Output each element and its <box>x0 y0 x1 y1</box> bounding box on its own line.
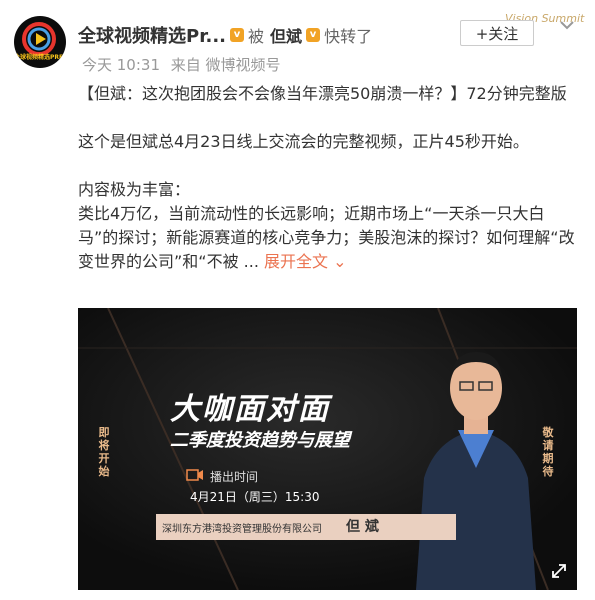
logo-icon <box>22 22 56 56</box>
post-header: 全球视频精选PREMIUM 全球视频精选Pr... v 被 但斌 v 快转了 今… <box>0 0 595 84</box>
original-author[interactable]: 但斌 <box>270 23 302 47</box>
vip-badge-icon: v <box>230 28 245 42</box>
avatar[interactable]: 全球视频精选PREMIUM <box>14 16 66 68</box>
post-content: 【但斌：这次抱团股会不会像当年漂亮50崩溃一样？】72分钟完整版 这个是但斌总4… <box>78 82 578 274</box>
video-player[interactable]: 即将开始 敬请期待 大咖面对面 二季度投资趋势与展望 播出时间 4月21日（周三… <box>78 308 577 590</box>
chevron-down-icon[interactable] <box>556 14 578 36</box>
content-paragraph-2: 类比4万亿，当前流动性的长远影响；近期市场上“一天杀一只大白马”的探讨；新能源赛… <box>78 202 578 274</box>
action-text: 快转了 <box>324 27 373 46</box>
content-title: 【但斌：这次抱团股会不会像当年漂亮50崩溃一样？】72分钟完整版 <box>78 84 567 103</box>
author-name[interactable]: 全球视频精选Pr... <box>78 22 226 48</box>
forward-text: 被 <box>248 27 265 46</box>
video-subtitle: 二季度投资趋势与展望 <box>170 430 350 451</box>
follow-label: +关注 <box>475 24 519 43</box>
vip-badge-icon: v <box>306 28 321 42</box>
chevron-down-icon[interactable]: ⌄ <box>333 252 346 271</box>
content-paragraph: 这个是但斌总4月23日线上交流会的完整视频，正片45秒开始。 <box>78 132 529 151</box>
fullscreen-icon[interactable] <box>550 562 568 580</box>
air-date: 4月21日（周三）15:30 <box>190 490 320 504</box>
expand-link[interactable]: 展开全文 <box>264 252 328 271</box>
speaker-photo <box>416 352 536 590</box>
avatar-text: 全球视频精选PREMIUM <box>14 54 66 61</box>
company-name: 深圳东方港湾投资管理股份有限公司 <box>162 524 322 535</box>
content-heading: 内容极为丰富： <box>78 180 191 199</box>
right-vertical-text: 敬请期待 <box>542 426 554 478</box>
left-vertical-text: 即将开始 <box>98 426 110 478</box>
air-time-label: 播出时间 <box>210 470 259 484</box>
post-source: 来自 微博视频号 <box>170 56 281 74</box>
speaker-name: 但 斌 <box>346 519 379 535</box>
video-title: 大咖面对面 <box>170 392 330 427</box>
post-meta: 今天 10:31 来自 微博视频号 <box>82 54 287 75</box>
post-time: 今天 10:31 <box>82 56 160 74</box>
follow-button[interactable]: +关注 <box>460 20 534 46</box>
camera-icon <box>186 469 203 481</box>
author-row: 全球视频精选Pr... v 被 但斌 v 快转了 <box>78 22 372 48</box>
